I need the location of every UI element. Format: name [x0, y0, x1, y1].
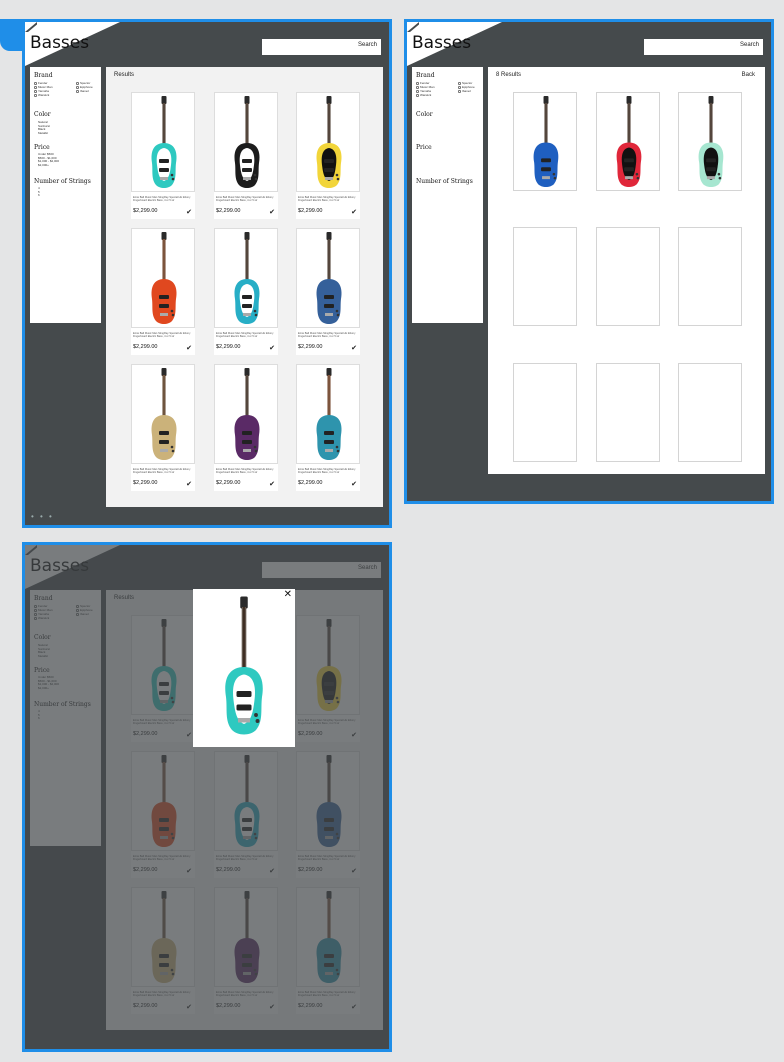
- brand-filter-heading: Brand: [416, 72, 435, 79]
- results-panel: Results Ernie Ball Music Man StingRay Sp…: [106, 67, 383, 507]
- product-image[interactable]: [131, 92, 195, 192]
- product-image[interactable]: [214, 364, 278, 464]
- color-filter-heading: Color: [34, 111, 51, 118]
- product-image[interactable]: [214, 92, 278, 192]
- price-filter-heading: Price: [34, 144, 50, 151]
- product-image[interactable]: [131, 364, 195, 464]
- product-image[interactable]: [296, 228, 360, 328]
- brand-option-checkbox[interactable]: Warwick: [416, 93, 431, 97]
- product-price: $2,299.00: [133, 208, 158, 214]
- strings-filter-heading: Number of Strings: [34, 178, 91, 185]
- checkmark-icon[interactable]: ✔: [351, 480, 357, 488]
- checkmark-icon[interactable]: ✔: [186, 344, 192, 352]
- product-description: Ernie Ball Music Man StingRay Special HH…: [133, 332, 191, 339]
- checkmark-icon[interactable]: ✔: [186, 208, 192, 216]
- price-filter-heading: Price: [416, 144, 432, 151]
- checkmark-icon[interactable]: ✔: [186, 480, 192, 488]
- empty-product-slot: [513, 227, 577, 326]
- product-card[interactable]: [513, 92, 577, 191]
- product-card[interactable]: Ernie Ball Music Man StingRay Special HH…: [296, 228, 360, 355]
- product-price: $2,299.00: [133, 344, 158, 350]
- product-image[interactable]: [296, 92, 360, 192]
- product-card[interactable]: Ernie Ball Music Man StingRay Special HH…: [296, 364, 360, 491]
- product-price: $2,299.00: [133, 480, 158, 486]
- checkmark-icon[interactable]: ✔: [269, 344, 275, 352]
- product-preview-modal: ✕: [193, 589, 295, 747]
- product-description: Ernie Ball Music Man StingRay Special HH…: [216, 468, 274, 475]
- product-description: Ernie Ball Music Man StingRay Special HH…: [298, 468, 356, 475]
- frame-tab: [0, 19, 22, 51]
- product-card[interactable]: Ernie Ball Music Man StingRay Special HH…: [296, 92, 360, 219]
- screen-product-list: Basses Search Brand Fender Music Man Yamaha…: [22, 19, 392, 528]
- product-description: Ernie Ball Music Man StingRay Special HH…: [133, 468, 191, 475]
- filtered-results-panel: 8 Results Back: [488, 67, 765, 474]
- product-price: $2,299.00: [298, 480, 323, 486]
- empty-product-slot: [678, 227, 742, 326]
- results-count: 8 Results: [496, 72, 522, 78]
- page-dots: • • •: [31, 512, 54, 521]
- product-description: Ernie Ball Music Man StingRay Special HH…: [216, 196, 274, 203]
- checkmark-icon[interactable]: ✔: [351, 208, 357, 216]
- product-card[interactable]: Ernie Ball Music Man StingRay Special HH…: [214, 228, 278, 355]
- product-description: Ernie Ball Music Man StingRay Special HH…: [298, 332, 356, 339]
- product-card[interactable]: Ernie Ball Music Man StingRay Special HH…: [214, 364, 278, 491]
- brand-option-checkbox[interactable]: Warwick: [34, 93, 49, 97]
- empty-product-slot: [678, 363, 742, 462]
- product-price: $2,299.00: [216, 344, 241, 350]
- product-card[interactable]: [596, 92, 660, 191]
- brand-filter-heading: Brand: [34, 72, 53, 79]
- product-card[interactable]: Ernie Ball Music Man StingRay Special HH…: [131, 92, 195, 219]
- checkmark-icon[interactable]: ✔: [351, 344, 357, 352]
- results-heading: Results: [114, 72, 135, 78]
- search-button[interactable]: Search: [358, 42, 377, 48]
- empty-product-slot: [596, 227, 660, 326]
- product-price: $2,299.00: [216, 480, 241, 486]
- product-description: Ernie Ball Music Man StingRay Special HH…: [298, 196, 356, 203]
- brand-option-checkbox[interactable]: Ibanez: [458, 89, 471, 93]
- color-filter-heading: Color: [416, 111, 433, 118]
- product-description: Ernie Ball Music Man StingRay Special HH…: [216, 332, 274, 339]
- empty-product-slot: [513, 363, 577, 462]
- strings-filter-heading: Number of Strings: [416, 178, 473, 185]
- product-price: $2,299.00: [216, 208, 241, 214]
- search-input[interactable]: Search: [644, 39, 763, 55]
- filter-sidebar: BrandFenderMusic ManYamahaWarwickSpector…: [30, 67, 101, 323]
- screen-filtered-results: Basses Search Brand Fender Music Man Yamaha…: [404, 19, 774, 504]
- product-price: $2,299.00: [298, 208, 323, 214]
- checkmark-icon[interactable]: ✔: [269, 208, 275, 216]
- product-card[interactable]: [678, 92, 742, 191]
- search-input[interactable]: Search: [262, 39, 381, 55]
- product-description: Ernie Ball Music Man StingRay Special HH…: [133, 196, 191, 203]
- product-image[interactable]: [131, 228, 195, 328]
- product-image[interactable]: [296, 364, 360, 464]
- product-image[interactable]: [214, 228, 278, 328]
- back-link[interactable]: Back: [742, 72, 755, 78]
- product-card[interactable]: Ernie Ball Music Man StingRay Special HH…: [214, 92, 278, 219]
- page-title: Basses: [30, 33, 90, 53]
- brand-option-checkbox[interactable]: Ibanez: [76, 89, 89, 93]
- product-card[interactable]: Ernie Ball Music Man StingRay Special HH…: [131, 364, 195, 491]
- checkmark-icon[interactable]: ✔: [269, 480, 275, 488]
- product-card[interactable]: Ernie Ball Music Man StingRay Special HH…: [131, 228, 195, 355]
- empty-product-slot: [596, 363, 660, 462]
- filter-sidebar: BrandFenderMusic ManYamahaWarwickSpector…: [412, 67, 483, 323]
- page-title: Basses: [412, 33, 472, 53]
- screen-product-modal: Basses Search BrandFenderMusic ManYamaha…: [22, 542, 392, 1052]
- product-price: $2,299.00: [298, 344, 323, 350]
- search-button[interactable]: Search: [740, 42, 759, 48]
